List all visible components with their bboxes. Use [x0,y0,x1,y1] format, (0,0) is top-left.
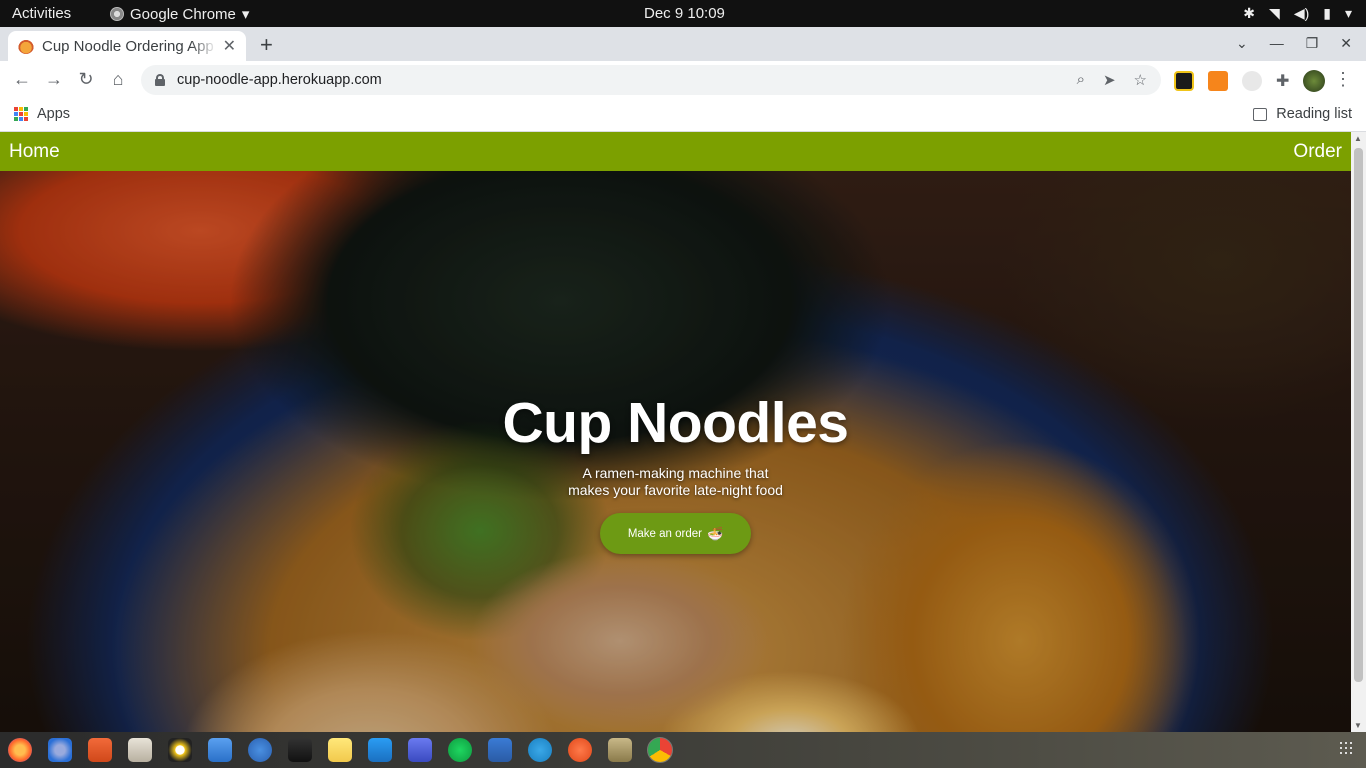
show-apps-icon[interactable] [1340,742,1352,754]
hero-subtitle: A ramen-making machine that makes your f… [0,465,1351,499]
tab-strip: Cup Noodle Ordering App ✕ + ⌄ — ❐ ✕ [0,27,1366,61]
star-icon[interactable]: ☆ [1134,71,1147,89]
scrollbar-thumb[interactable] [1354,148,1363,682]
forward-icon[interactable]: → [43,69,65,90]
system-tray[interactable]: ✱ ◥ ◀) ▮ ▾ [1243,5,1352,22]
vscode-icon[interactable] [368,738,392,762]
hero-subtitle-line: makes your favorite late-night food [568,482,783,498]
ramen-bowl-icon: 🍜 [706,525,724,541]
window-controls: ⌄ — ❐ ✕ [1236,35,1352,52]
document-viewer-icon[interactable] [208,738,232,762]
extension-face-icon[interactable] [1242,71,1262,91]
apps-label: Apps [37,106,71,122]
app-menu-label: Google Chrome [130,5,236,23]
page-scrollbar[interactable]: ▲ ▼ [1351,132,1366,732]
send-icon[interactable]: ➤ [1103,71,1116,89]
puzzle-icon[interactable]: ✚ [1276,71,1289,91]
hero-title: Cup Noodles [502,391,850,455]
scroll-down-icon[interactable]: ▼ [1354,721,1362,730]
terminal-icon[interactable] [288,738,312,762]
battery-icon: ▮ [1323,5,1331,21]
wifi-icon: ◥ [1269,5,1280,21]
make-order-button[interactable]: Make an order 🍜 [600,513,751,554]
extensions-area: ✚ [1174,70,1326,92]
reading-list-label: Reading list [1276,106,1352,122]
chrome-icon [110,7,124,21]
system-top-bar: Activities Google Chrome ▾ Dec 9 10:09 ✱… [0,0,1366,27]
app-menu[interactable]: Google Chrome ▾ [110,5,249,23]
screenshot-icon[interactable] [408,738,432,762]
clock[interactable]: Dec 9 10:09 [644,5,725,22]
tab-cup-noodle[interactable]: Cup Noodle Ordering App ✕ [8,31,246,61]
lock-icon[interactable] [155,74,165,86]
dock [0,732,1366,768]
software-center-icon[interactable] [88,738,112,762]
url-text: cup-noodle-app.herokuapp.com [177,72,382,88]
zoom-icon[interactable]: ⌕ [1077,71,1085,89]
back-icon[interactable]: ← [11,69,33,90]
restore-icon[interactable]: ❐ [1306,35,1319,52]
files-icon[interactable] [128,738,152,762]
reading-list-button[interactable]: Reading list [1253,106,1352,122]
avatar[interactable] [1303,70,1326,92]
firefox-icon[interactable] [8,738,32,762]
close-icon[interactable]: ✕ [223,36,236,56]
browser-toolbar: ← → ↻ ⌂ cup-noodle-app.herokuapp.com ⌕ ➤… [0,61,1366,99]
ramen-favicon-icon [18,38,34,54]
help-icon[interactable] [248,738,272,762]
nav-home-link[interactable]: Home [9,141,60,163]
image-viewer-icon[interactable] [608,738,632,762]
reading-list-icon [1253,107,1268,121]
extension-cube-icon[interactable] [1174,71,1194,91]
spotify-icon[interactable] [448,738,472,762]
chevron-down-icon: ▾ [1344,5,1352,21]
notes-icon[interactable] [328,738,352,762]
rhythmbox-icon[interactable] [168,738,192,762]
bookmarks-bar: Apps Reading list [0,99,1366,132]
scroll-up-icon[interactable]: ▲ [1354,134,1362,143]
nav-order-link[interactable]: Order [1293,141,1342,163]
activities-button[interactable]: Activities [12,5,71,22]
volume-icon: ◀) [1293,5,1310,21]
bluetooth-icon: ✱ [1243,5,1256,21]
hero-subtitle-line: A ramen-making machine that [582,465,769,481]
bluetooth-icon[interactable] [488,738,512,762]
reload-icon[interactable]: ↻ [75,69,97,90]
make-order-label: Make an order [627,527,702,540]
close-window-icon[interactable]: ✕ [1340,35,1352,52]
page-viewport: Home Order Cup Noodles A ramen-making ma… [0,132,1366,732]
site-navbar: Home Order [0,132,1351,171]
hero-section: Cup Noodles A ramen-making machine that … [0,171,1351,732]
address-bar[interactable]: cup-noodle-app.herokuapp.com ⌕ ➤ ☆ [141,65,1161,95]
apps-grid-icon [14,107,28,121]
compass-icon[interactable] [568,738,592,762]
thunderbird-icon[interactable] [48,738,72,762]
apps-shortcut[interactable]: Apps [14,106,70,122]
tab-search-icon[interactable]: ⌄ [1236,35,1248,52]
minimize-icon[interactable]: — [1270,35,1284,52]
tab-title: Cup Noodle Ordering App [42,37,214,55]
home-icon[interactable]: ⌂ [107,69,129,90]
more-menu-icon[interactable]: ⋮ [1334,69,1352,90]
telegram-icon[interactable] [528,738,552,762]
metamask-icon[interactable] [1208,71,1228,91]
new-tab-button[interactable]: + [260,32,273,58]
chrome-icon[interactable] [647,737,673,763]
chevron-down-icon: ▾ [241,6,250,23]
